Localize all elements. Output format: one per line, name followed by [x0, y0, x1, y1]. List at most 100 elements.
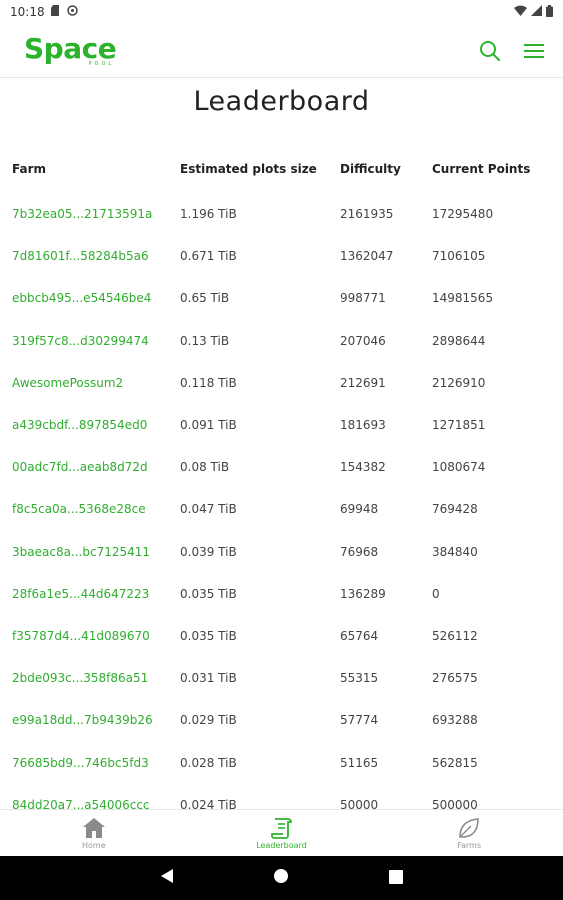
search-button[interactable]: [477, 38, 503, 64]
cell-size: 0.029 TiB: [180, 713, 237, 728]
cell-difficulty: 136289: [340, 586, 386, 601]
cell-size: 0.08 TiB: [180, 460, 230, 475]
cell-difficulty: 2161935: [340, 207, 394, 222]
cell-farm-link[interactable]: 2bde093c...358f86a51: [0, 671, 180, 685]
header-farm: Farm: [12, 162, 47, 176]
table-row[interactable]: 00adc7fd...aeab8d72d 0.08 TiB 154382 108067…: [0, 446, 563, 488]
nav-farms[interactable]: Farms: [375, 810, 563, 856]
cell-farm-link[interactable]: f8c5ca0a...5368e28ce: [0, 502, 180, 516]
cell-difficulty: 998771: [340, 291, 386, 306]
nav-home[interactable]: Home: [0, 810, 188, 856]
cell-points: 562815: [432, 755, 478, 770]
cell-points: 693288: [432, 713, 478, 728]
app-logo[interactable]: Space POOL: [24, 34, 117, 67]
cell-difficulty: 212691: [340, 375, 386, 390]
leaf-icon: [459, 817, 479, 838]
table-row[interactable]: 3baeac8a...bc7125411 0.039 TiB 76968 384840: [0, 531, 563, 573]
cell-farm-link[interactable]: a439cbdf...897854ed0: [0, 418, 180, 432]
table-row[interactable]: a439cbdf...897854ed0 0.091 TiB 181693 12718…: [0, 404, 563, 446]
cell-size: 0.035 TiB: [180, 628, 237, 643]
cell-points: 1080674: [432, 460, 486, 475]
table-row[interactable]: AwesomePossum2 0.118 TiB 212691 2126910: [0, 362, 563, 404]
table-body: 7b32ea05...21713591a 1.196 TiB 2161935 1729…: [0, 193, 563, 826]
cell-difficulty: 154382: [340, 460, 386, 475]
app-bar: Space POOL: [0, 24, 563, 78]
cell-points: 769428: [432, 502, 478, 517]
cell-points: 0: [432, 586, 440, 601]
cell-size: 0.028 TiB: [180, 755, 237, 770]
table-row[interactable]: 76685bd9...746bc5fd3 0.028 TiB 51165 562815: [0, 741, 563, 783]
table-row[interactable]: 7b32ea05...21713591a 1.196 TiB 2161935 1729…: [0, 193, 563, 235]
cell-farm-link[interactable]: e99a18dd...7b9439b26: [0, 713, 180, 727]
cell-difficulty: 57774: [340, 713, 379, 728]
sd-card-icon: [50, 5, 61, 19]
cell-size: 0.65 TiB: [180, 291, 230, 306]
leaderboard-icon: [270, 817, 292, 839]
recents-button[interactable]: [389, 869, 404, 888]
nav-farms-label: Farms: [457, 840, 482, 850]
cell-points: 526112: [432, 628, 478, 643]
cell-points: 384840: [432, 544, 478, 559]
cell-points: 2898644: [432, 333, 486, 348]
back-button[interactable]: [160, 868, 174, 888]
search-icon: [480, 40, 500, 61]
table-row[interactable]: e99a18dd...7b9439b26 0.029 TiB 57774 693288: [0, 699, 563, 741]
cell-size: 1.196 TiB: [180, 207, 237, 222]
cell-difficulty: 51165: [340, 755, 379, 770]
cell-farm-link[interactable]: 28f6a1e5...44d647223: [0, 587, 180, 601]
cell-difficulty: 207046: [340, 333, 386, 348]
cell-difficulty: 55315: [340, 671, 379, 686]
cell-farm-link[interactable]: 7d81601f...58284b5a6: [0, 249, 180, 263]
header-size: Estimated plots size: [180, 162, 317, 176]
table-row[interactable]: 319f57c8...d30299474 0.13 TiB 207046 289864…: [0, 320, 563, 362]
cell-size: 0.118 TiB: [180, 375, 237, 390]
cell-points: 17295480: [432, 207, 494, 222]
cell-difficulty: 69948: [340, 502, 379, 517]
cell-size: 0.039 TiB: [180, 544, 237, 559]
cell-farm-link[interactable]: 00adc7fd...aeab8d72d: [0, 460, 180, 474]
cell-points: 276575: [432, 671, 478, 686]
cell-farm-link[interactable]: 319f57c8...d30299474: [0, 334, 180, 348]
header-difficulty: Difficulty: [340, 162, 401, 176]
signal-icon: [531, 5, 542, 19]
cell-farm-link[interactable]: 76685bd9...746bc5fd3: [0, 756, 180, 770]
recents-square-icon: [389, 869, 404, 884]
home-system-button[interactable]: [273, 868, 289, 888]
back-triangle-icon: [160, 869, 173, 883]
cell-points: 2126910: [432, 375, 486, 390]
header-points: Current Points: [432, 162, 531, 176]
nav-leaderboard-label: Leaderboard: [256, 840, 307, 850]
cell-size: 0.671 TiB: [180, 249, 237, 264]
menu-button[interactable]: [521, 38, 547, 64]
cell-farm-link[interactable]: ebbcb495...e54546be4: [0, 291, 180, 305]
system-nav-bar: [0, 856, 563, 900]
sync-icon: [66, 5, 78, 19]
table-row[interactable]: f35787d4...41d089670 0.035 TiB 65764 526112: [0, 615, 563, 657]
table-row[interactable]: f8c5ca0a...5368e28ce 0.047 TiB 69948 769428: [0, 488, 563, 530]
cell-farm-link[interactable]: f35787d4...41d089670: [0, 629, 180, 643]
page-title: Leaderboard: [193, 86, 370, 117]
bottom-nav: Home Leaderboard Farms: [0, 809, 563, 856]
cell-points: 14981565: [432, 291, 494, 306]
logo-subtext: POOL: [88, 60, 115, 67]
cell-size: 0.091 TiB: [180, 418, 237, 433]
table-row[interactable]: ebbcb495...e54546be4 0.65 TiB 998771 149815…: [0, 277, 563, 319]
table-row[interactable]: 28f6a1e5...44d647223 0.035 TiB 136289 0: [0, 573, 563, 615]
cell-difficulty: 181693: [340, 418, 386, 433]
cell-points: 7106105: [432, 249, 486, 264]
table-row[interactable]: 7d81601f...58284b5a6 0.671 TiB 1362047 7106…: [0, 235, 563, 277]
nav-leaderboard[interactable]: Leaderboard: [188, 810, 376, 856]
cell-size: 0.13 TiB: [180, 333, 230, 348]
table-row[interactable]: 2bde093c...358f86a51 0.031 TiB 55315 276575: [0, 657, 563, 699]
cell-difficulty: 65764: [340, 628, 379, 643]
table-header: Farm Estimated plots size Difficulty Cur…: [0, 145, 563, 193]
hamburger-menu-icon: [524, 43, 544, 58]
leaderboard-table: Farm Estimated plots size Difficulty Cur…: [0, 145, 563, 826]
home-circle-icon: [274, 869, 289, 883]
cell-farm-link[interactable]: 3baeac8a...bc7125411: [0, 545, 180, 559]
cell-farm-link[interactable]: AwesomePossum2: [0, 376, 180, 390]
cell-size: 0.031 TiB: [180, 671, 237, 686]
cell-farm-link[interactable]: 7b32ea05...21713591a: [0, 207, 180, 221]
cell-difficulty: 76968: [340, 544, 379, 559]
home-icon: [82, 817, 105, 838]
